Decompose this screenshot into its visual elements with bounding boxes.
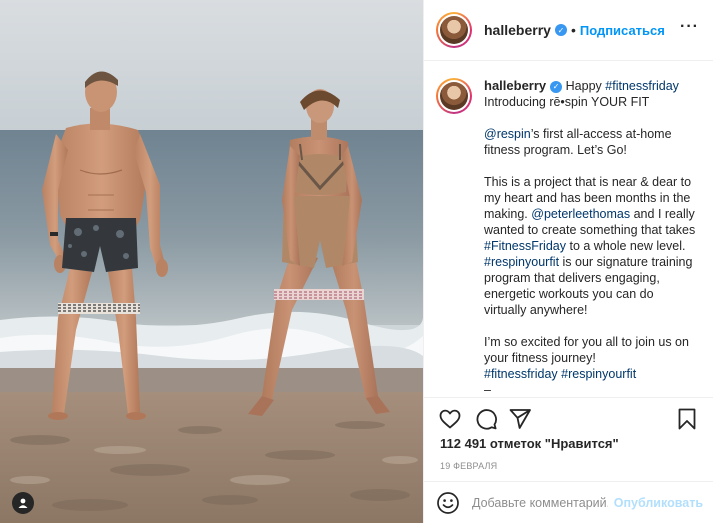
post-header: halleberry ✓ • Подписаться ··· bbox=[424, 0, 713, 61]
bookmark-icon[interactable] bbox=[675, 407, 699, 431]
caption: halleberry ✓ Happy #fitnessfriday Introdu… bbox=[436, 78, 701, 396]
tagged-users-button[interactable] bbox=[12, 492, 34, 514]
comment-icon[interactable] bbox=[474, 407, 498, 431]
hashtag-link[interactable]: #fitnessfriday bbox=[605, 79, 679, 93]
post-sidebar: halleberry ✓ • Подписаться ··· halleberr… bbox=[423, 0, 713, 523]
post-date[interactable]: 19 ФЕВРАЛЯ bbox=[440, 461, 497, 471]
more-options-icon[interactable]: ··· bbox=[680, 19, 699, 35]
publish-button[interactable]: Опубликовать bbox=[614, 496, 703, 510]
verified-badge-icon: ✓ bbox=[554, 24, 567, 36]
likes-count[interactable]: 112 491 отметок "Нравится" bbox=[440, 436, 619, 451]
smiley-icon[interactable] bbox=[436, 491, 460, 515]
caption-text: halleberry ✓ Happy #fitnessfriday Introdu… bbox=[484, 78, 698, 396]
hashtag-link[interactable]: #respinyourfit bbox=[484, 255, 559, 269]
author-avatar[interactable] bbox=[436, 12, 472, 48]
caption-text-segment: Happy bbox=[565, 79, 602, 93]
heart-icon[interactable] bbox=[438, 407, 462, 431]
caption-text-segment: – bbox=[484, 383, 491, 396]
hashtag-link[interactable]: #FitnessFriday bbox=[484, 239, 566, 253]
comment-input[interactable] bbox=[472, 495, 608, 510]
caption-text-segment: I’m so excited for you all to join us on… bbox=[484, 335, 689, 365]
caption-username[interactable]: halleberry bbox=[484, 78, 546, 93]
author-username[interactable]: halleberry bbox=[484, 22, 551, 38]
action-bar bbox=[424, 397, 713, 439]
avatar-image bbox=[440, 16, 468, 44]
beach-photo bbox=[0, 0, 423, 523]
comments-scroll-area[interactable]: halleberry ✓ Happy #fitnessfriday Introdu… bbox=[424, 62, 713, 396]
post-photo[interactable] bbox=[0, 0, 423, 523]
follow-button[interactable]: Подписаться bbox=[580, 23, 665, 38]
separator-dot: • bbox=[570, 22, 576, 38]
paper-plane-icon[interactable] bbox=[508, 407, 532, 431]
caption-text-segment: to a whole new level. bbox=[569, 239, 686, 253]
mention-link[interactable]: @peterleethomas bbox=[531, 207, 630, 221]
verified-badge-icon: ✓ bbox=[550, 81, 563, 93]
hashtag-link[interactable]: #fitnessfriday bbox=[484, 367, 558, 381]
hashtag-link[interactable]: #respinyourfit bbox=[561, 367, 636, 381]
avatar-image bbox=[440, 82, 468, 110]
caption-avatar[interactable] bbox=[436, 78, 472, 114]
caption-text-segment: Introducing rē•spin YOUR FIT bbox=[484, 95, 650, 109]
user-tag-icon bbox=[18, 498, 28, 508]
mention-link[interactable]: @respin bbox=[484, 127, 531, 141]
add-comment-bar: Опубликовать bbox=[424, 481, 713, 523]
